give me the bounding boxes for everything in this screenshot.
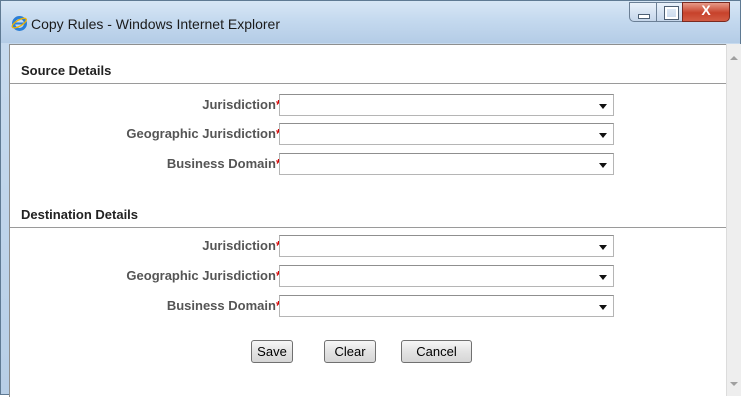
cancel-button[interactable]: Cancel [401, 340, 472, 363]
source-jurisdiction-select[interactable] [279, 94, 614, 116]
destination-business-domain-label: Business Domain* [166, 298, 281, 313]
scroll-up-arrow-icon[interactable] [730, 56, 738, 60]
internet-explorer-icon [11, 16, 27, 31]
dropdown-arrow-icon [599, 104, 607, 109]
title-bar[interactable]: Copy Rules - Windows Internet Explorer X [1, 1, 740, 43]
maximize-button[interactable] [656, 2, 683, 22]
scroll-down-arrow-icon[interactable] [730, 382, 738, 386]
dropdown-arrow-icon [599, 163, 607, 168]
source-geographic-jurisdiction-select[interactable] [279, 123, 614, 145]
clear-button[interactable]: Clear [324, 340, 376, 363]
source-jurisdiction-label: Jurisdiction* [202, 97, 281, 112]
vertical-scrollbar[interactable] [726, 44, 741, 396]
dropdown-arrow-icon [599, 245, 607, 250]
section-divider [10, 227, 727, 228]
destination-geographic-jurisdiction-label: Geographic Jurisdiction* [126, 268, 281, 283]
destination-jurisdiction-select[interactable] [279, 235, 614, 257]
dropdown-arrow-icon [599, 275, 607, 280]
destination-details-heading: Destination Details [21, 207, 139, 222]
destination-jurisdiction-label: Jurisdiction* [202, 238, 281, 253]
section-divider [10, 83, 727, 84]
destination-geographic-jurisdiction-select[interactable] [279, 265, 614, 287]
save-button[interactable]: Save [251, 340, 293, 363]
source-details-heading: Source Details [21, 63, 112, 78]
browser-window: Copy Rules - Windows Internet Explorer X… [0, 0, 741, 397]
source-geographic-jurisdiction-label: Geographic Jurisdiction* [126, 126, 281, 141]
destination-business-domain-select[interactable] [279, 295, 614, 317]
dialog-content: Source Details Jurisdiction* Geographic … [9, 44, 727, 397]
window-title: Copy Rules - Windows Internet Explorer [31, 16, 280, 32]
source-business-domain-select[interactable] [279, 153, 614, 175]
dropdown-arrow-icon [599, 305, 607, 310]
minimize-button[interactable] [629, 2, 657, 22]
close-icon: X [701, 2, 711, 18]
dropdown-arrow-icon [599, 133, 607, 138]
close-button[interactable]: X [682, 2, 730, 22]
source-business-domain-label: Business Domain* [166, 156, 281, 171]
